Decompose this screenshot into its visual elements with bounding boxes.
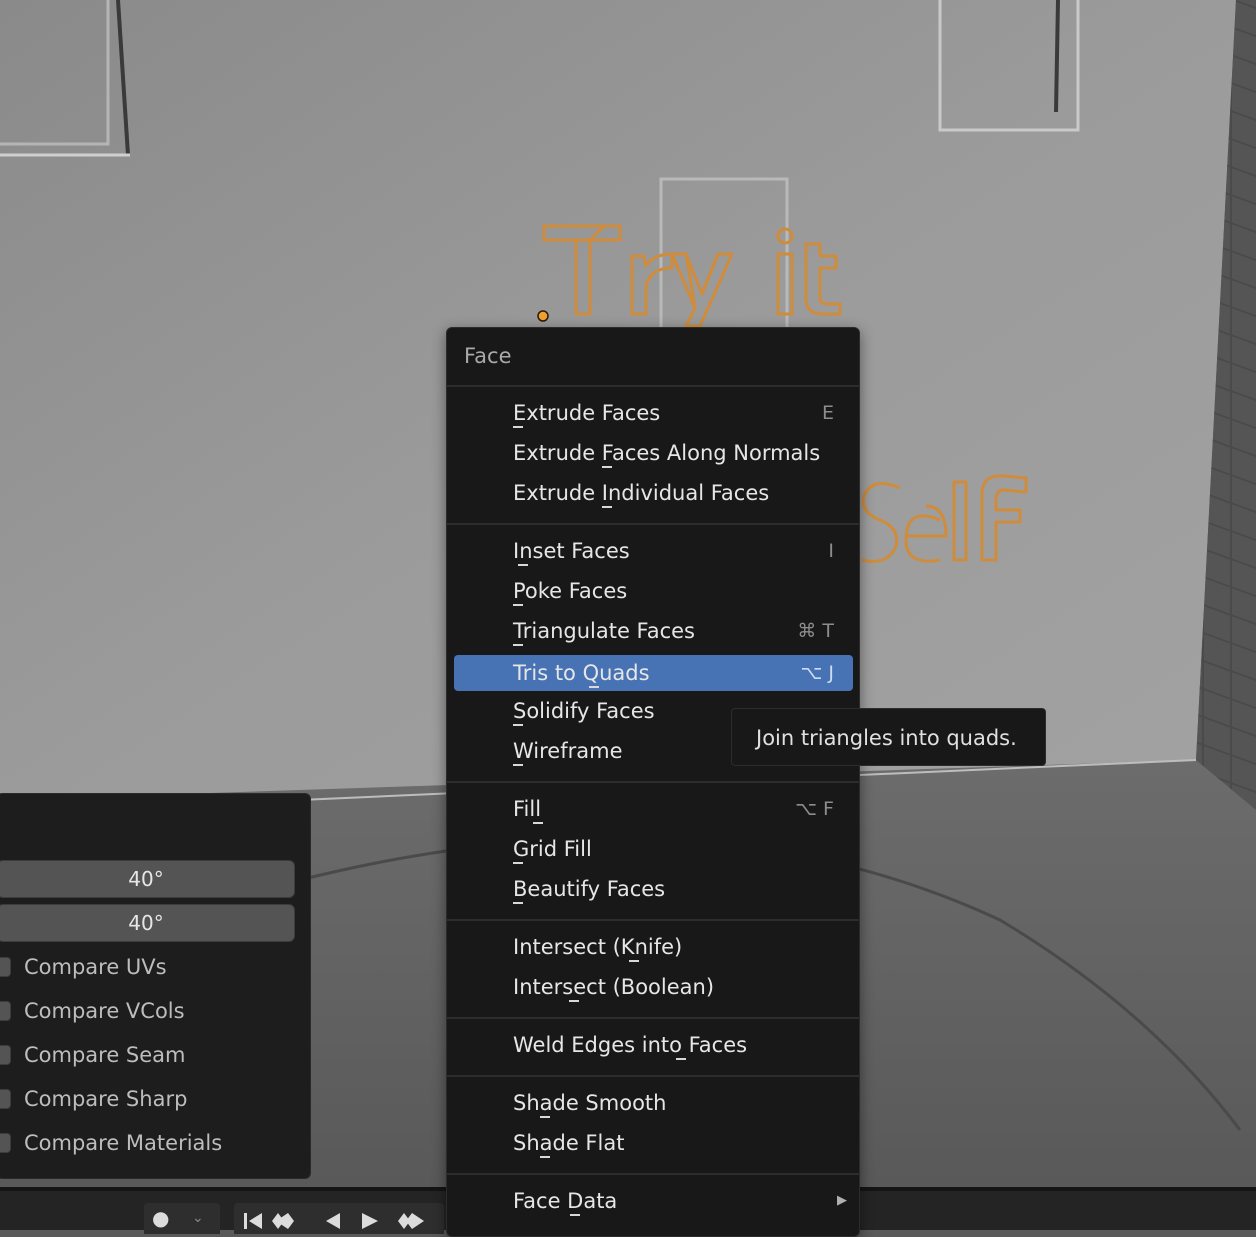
mnemonic-underline — [513, 764, 523, 766]
submenu-arrow-icon: ▶ — [837, 1193, 847, 1208]
mnemonic-underline — [518, 564, 528, 566]
menu-item-label: Shade Flat — [513, 1131, 625, 1155]
mnemonic-underline — [569, 1000, 579, 1002]
mnemonic-underline — [513, 902, 523, 904]
playback-controls — [234, 1203, 444, 1234]
mnemonic-underline — [540, 1116, 550, 1118]
menu-item-label: Face Data — [513, 1189, 618, 1213]
menu-item-shade-smooth[interactable]: Shade Smooth — [454, 1085, 853, 1121]
menu-item-shortcut: ⌥ F — [795, 798, 834, 820]
play-reverse-icon — [326, 1213, 340, 1229]
menu-item-triangulate-faces[interactable]: Triangulate Faces ⌘ T — [454, 613, 853, 649]
checkbox-box[interactable] — [0, 957, 11, 977]
playback-icons[interactable] — [240, 1210, 440, 1232]
menu-separator — [447, 781, 859, 783]
jump-start-icon — [244, 1213, 247, 1229]
menu-item-shortcut: ⌘ T — [797, 620, 834, 642]
menu-item-label: Grid Fill — [513, 837, 592, 861]
menu-item-grid-fill[interactable]: Grid Fill — [454, 831, 853, 867]
jump-start-icon-arrow — [249, 1213, 262, 1229]
menu-item-extrude-individual-faces[interactable]: Extrude Individual Faces — [454, 475, 853, 511]
compare-seam-checkbox[interactable]: Compare Seam — [0, 1036, 297, 1074]
record-button-group[interactable]: ● ⌄ — [144, 1203, 220, 1234]
chevron-down-icon[interactable]: ⌄ — [192, 1203, 204, 1234]
mnemonic-underline — [513, 644, 523, 646]
mnemonic-underline — [570, 1214, 580, 1216]
checkbox-box[interactable] — [0, 1001, 11, 1021]
menu-item-intersect-boolean[interactable]: Intersect (Boolean) — [454, 969, 853, 1005]
checkbox-label: Compare Materials — [24, 1131, 223, 1155]
checkbox-label: Compare Sharp — [24, 1087, 188, 1111]
checkbox-box[interactable] — [0, 1089, 11, 1109]
mnemonic-underline — [676, 1058, 686, 1060]
menu-item-label: Solidify Faces — [513, 699, 655, 723]
menu-item-label: Wireframe — [513, 739, 623, 763]
checkbox-box[interactable] — [0, 1045, 11, 1065]
mnemonic-underline — [513, 426, 523, 428]
compare-uvs-checkbox[interactable]: Compare UVs — [0, 948, 297, 986]
menu-item-intersect-knife[interactable]: Intersect (Knife) — [454, 929, 853, 965]
menu-item-label: Inset Faces — [513, 539, 630, 563]
mnemonic-underline — [629, 960, 639, 962]
mnemonic-underline — [540, 1156, 550, 1158]
tooltip: Join triangles into quads. — [731, 708, 1046, 766]
menu-separator — [447, 385, 859, 387]
max-shape-angle-field[interactable]: 40° — [0, 904, 295, 942]
menu-item-label: Tris to Quads — [513, 661, 650, 685]
menu-item-shortcut: E — [821, 402, 834, 424]
operator-redo-panel: 40° 40° Compare UVs Compare VCols Compar… — [0, 793, 311, 1179]
menu-item-face-data[interactable]: Face Data ▶ — [454, 1183, 853, 1219]
mnemonic-underline — [513, 862, 523, 864]
checkbox-label: Compare VCols — [24, 999, 185, 1023]
menu-item-beautify-faces[interactable]: Beautify Faces — [454, 871, 853, 907]
menu-item-tris-to-quads[interactable]: Tris to Quads ⌥ J — [454, 655, 853, 691]
record-icon[interactable]: ● — [152, 1203, 169, 1234]
mnemonic-underline — [589, 686, 599, 688]
menu-item-label: Triangulate Faces — [513, 619, 695, 643]
menu-item-label: Extrude Faces — [513, 401, 661, 425]
object-origin-dot — [537, 310, 549, 322]
compare-materials-checkbox[interactable]: Compare Materials — [0, 1124, 297, 1162]
max-face-angle-field[interactable]: 40° — [0, 860, 295, 898]
face-context-menu: Face Extrude Faces E Extrude Faces Along… — [446, 327, 860, 1237]
menu-item-label: Poke Faces — [513, 579, 628, 603]
menu-item-shortcut: ⌥ J — [800, 662, 834, 684]
menu-item-label: Weld Edges into Faces — [513, 1033, 748, 1057]
menu-separator — [447, 1075, 859, 1077]
checkbox-box[interactable] — [0, 1133, 11, 1153]
menu-separator — [447, 919, 859, 921]
menu-separator — [447, 1173, 859, 1175]
menu-item-label: Beautify Faces — [513, 877, 666, 901]
mnemonic-underline — [533, 822, 543, 824]
menu-item-shortcut: I — [828, 540, 834, 562]
menu-item-weld-edges-into-faces[interactable]: Weld Edges into Faces — [454, 1027, 853, 1063]
compare-sharp-checkbox[interactable]: Compare Sharp — [0, 1080, 297, 1118]
tooltip-text: Join triangles into quads. — [756, 726, 1017, 750]
menu-item-poke-faces[interactable]: Poke Faces — [454, 573, 853, 609]
mnemonic-underline — [513, 604, 523, 606]
menu-item-fill[interactable]: Fill ⌥ F — [454, 791, 853, 827]
menu-item-extrude-faces[interactable]: Extrude Faces E — [454, 395, 853, 431]
menu-item-label: Intersect (Knife) — [513, 935, 683, 959]
menu-item-label: Extrude Individual Faces — [513, 481, 770, 505]
mnemonic-underline — [602, 506, 612, 508]
menu-title: Face — [464, 344, 512, 368]
checkbox-label: Compare Seam — [24, 1043, 186, 1067]
checkbox-label: Compare UVs — [24, 955, 167, 979]
menu-separator — [447, 523, 859, 525]
menu-separator — [447, 1017, 859, 1019]
menu-item-inset-faces[interactable]: Inset Faces I — [454, 533, 853, 569]
menu-item-label: Intersect (Boolean) — [513, 975, 715, 999]
menu-item-label: Shade Smooth — [513, 1091, 667, 1115]
mnemonic-underline — [513, 724, 523, 726]
menu-item-extrude-faces-along-normals[interactable]: Extrude Faces Along Normals — [454, 435, 853, 471]
play-icon — [362, 1213, 378, 1229]
menu-item-shade-flat[interactable]: Shade Flat — [454, 1125, 853, 1161]
menu-item-label: Extrude Faces Along Normals — [513, 441, 821, 465]
compare-vcols-checkbox[interactable]: Compare VCols — [0, 992, 297, 1030]
mnemonic-underline — [602, 466, 612, 468]
